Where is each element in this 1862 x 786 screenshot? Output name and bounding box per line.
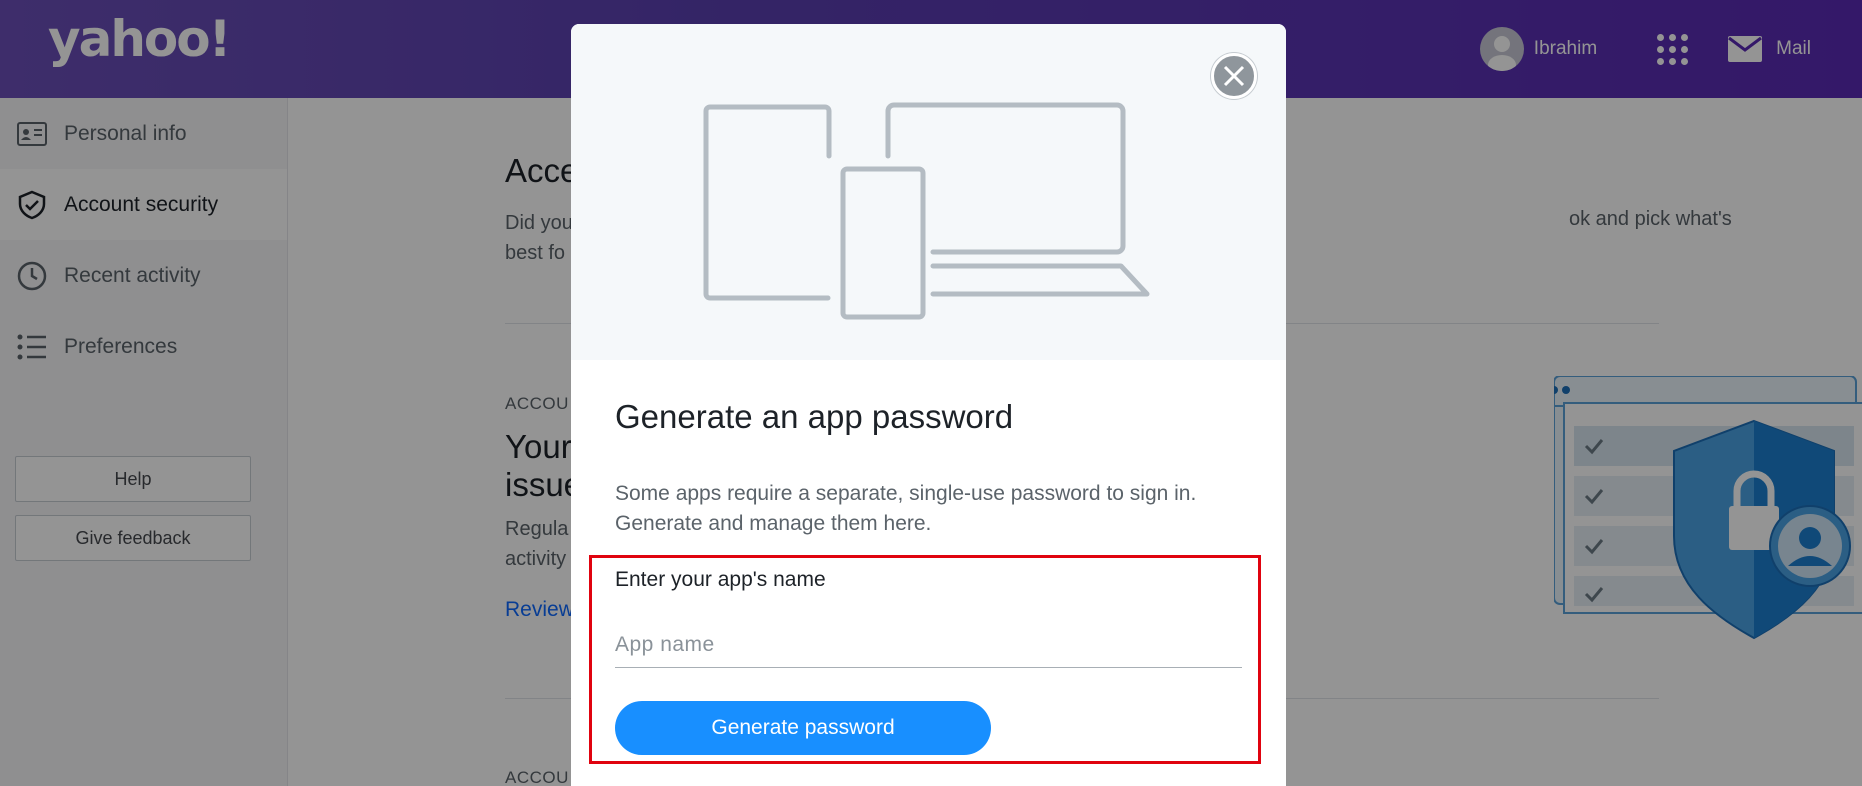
- generate-password-button[interactable]: Generate password: [615, 701, 991, 755]
- close-icon: [1223, 65, 1245, 87]
- app-name-input[interactable]: [615, 622, 1242, 668]
- close-button[interactable]: [1211, 53, 1257, 99]
- devices-illustration: [703, 102, 1150, 320]
- modal-title: Generate an app password: [615, 398, 1014, 435]
- modal-description: Some apps require a separate, single-use…: [615, 482, 1197, 535]
- app-password-modal: Generate an app password Some apps requi…: [571, 24, 1286, 786]
- app-name-label: Enter your app's name: [615, 568, 826, 591]
- modal-illustration-area: [571, 24, 1286, 360]
